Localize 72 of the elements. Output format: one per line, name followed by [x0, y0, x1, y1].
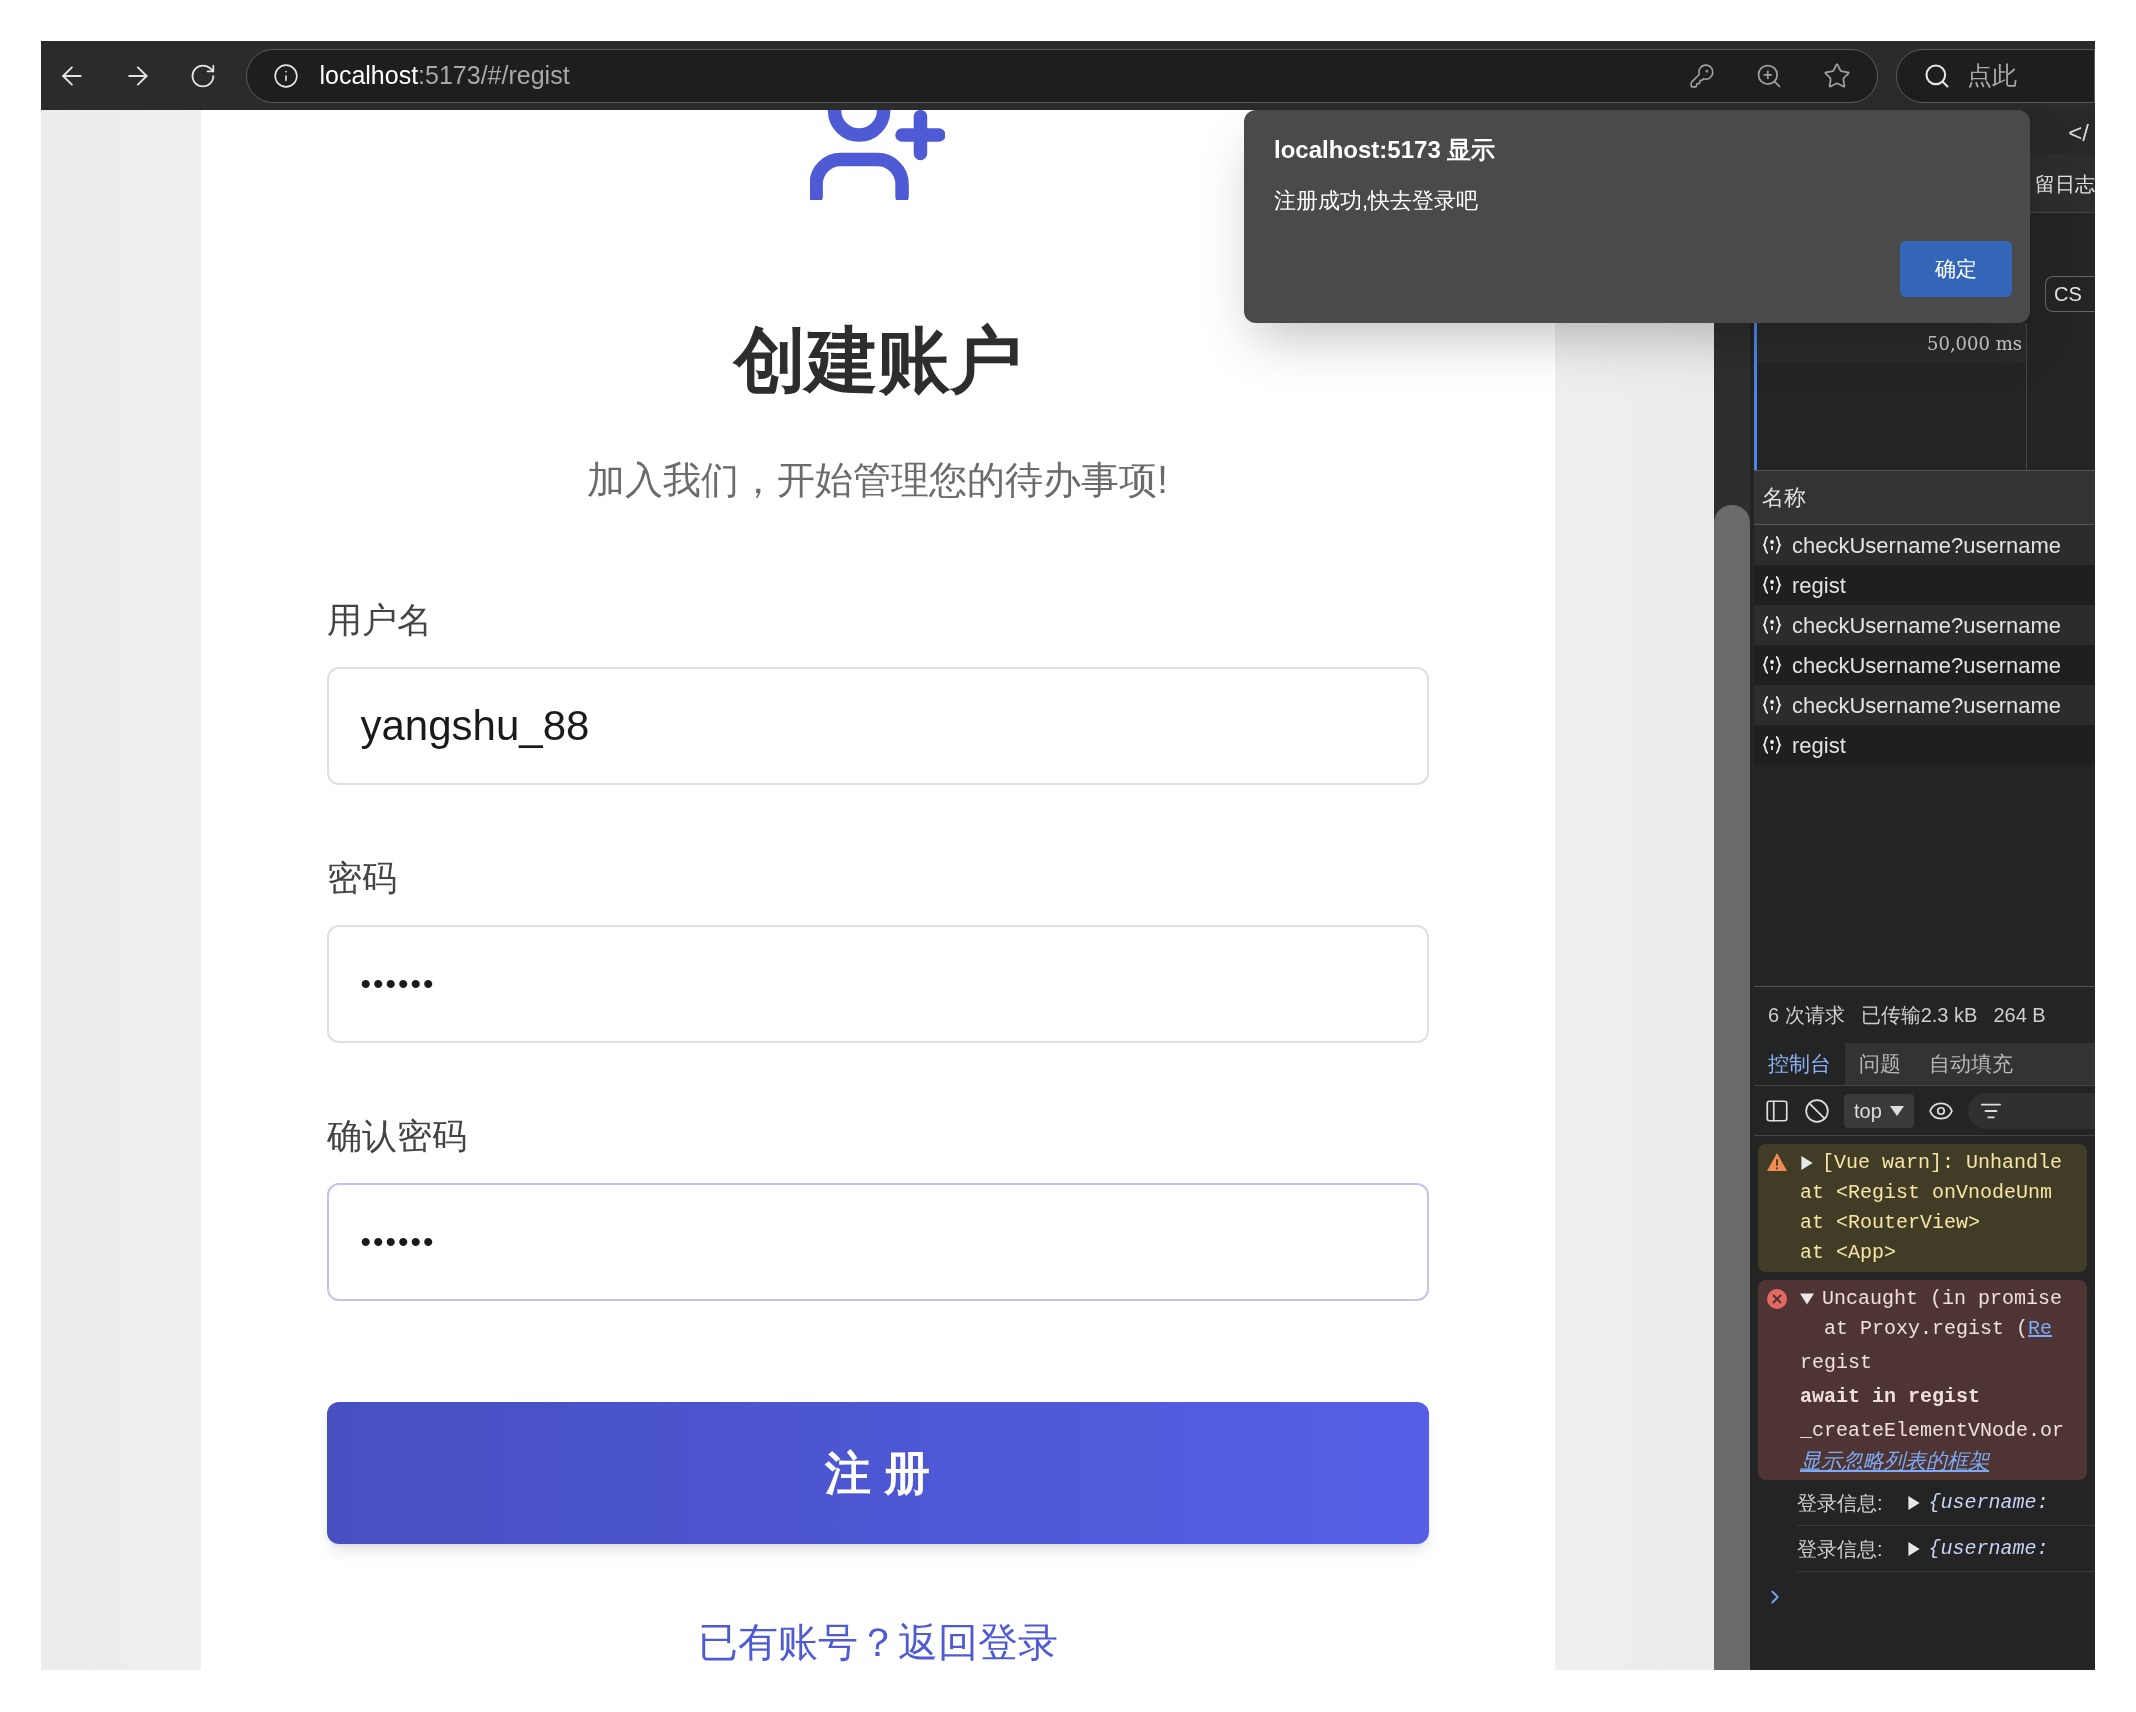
field-label: 确认密码 [326, 1115, 468, 1157]
search-field[interactable]: 点此 [1896, 48, 2095, 103]
error-text: Uncaught (in promise [1822, 1286, 2063, 1312]
dialog-message: 注册成功,快去登录吧 [1274, 187, 1480, 215]
network-row[interactable]: regist [1754, 725, 2095, 765]
json-icon [1762, 735, 1782, 755]
stack-frame: await in regist [1800, 1382, 2065, 1412]
summary-text: 264 B [1993, 1003, 2046, 1028]
site-info-icon[interactable] [273, 62, 300, 89]
password-field[interactable]: •••••• [326, 1183, 1429, 1301]
error-icon [1766, 1288, 1788, 1310]
url-path: :5173/#/regist [418, 59, 570, 91]
field-label: 用户名 [326, 599, 433, 641]
username-field[interactable]: yangshu_88 [326, 667, 1429, 785]
log-label: 登录信息: [1797, 1536, 1883, 1562]
log-label: 登录信息: [1797, 1490, 1883, 1516]
show-ignored-frames-link[interactable]: 显示忽略列表的框架 [1800, 1446, 2065, 1476]
preserve-log-label: 留日志 [2035, 171, 2095, 197]
network-row[interactable]: regist [1754, 565, 2095, 605]
context-select[interactable]: top [1844, 1093, 1914, 1128]
elements-tab-fragment[interactable]: </ [2068, 114, 2089, 151]
warning-icon [1766, 1152, 1788, 1172]
network-row[interactable]: checkUsername?username [1754, 685, 2095, 725]
stack-frame: regist [1800, 1348, 2065, 1378]
star-icon[interactable] [1823, 61, 1852, 90]
log-object: {username: [1928, 1535, 2049, 1562]
stack-line: at <RouterView> [1800, 1210, 1982, 1236]
log-object: {username: [1928, 1489, 2049, 1516]
ok-button[interactable]: 确定 [1900, 241, 2012, 297]
search-icon[interactable] [1923, 61, 1952, 90]
expand-triangle-icon[interactable] [1800, 1156, 1814, 1170]
password-field[interactable]: •••••• [326, 925, 1429, 1043]
json-icon [1762, 535, 1782, 555]
stack-line: at <App> [1800, 1240, 1897, 1266]
address-bar[interactable]: localhost:5173/#/regist [246, 48, 1879, 103]
scrollbar-thumb[interactable] [1714, 505, 1750, 1670]
network-row[interactable]: checkUsername?username [1754, 605, 2095, 645]
clear-console-icon[interactable] [1804, 1097, 1830, 1124]
page-title: 创建账户 [733, 319, 1022, 402]
drawer-tab[interactable]: 控制台 [1754, 1042, 1845, 1085]
warning-text: [Vue warn]: Unhandle [1822, 1150, 2063, 1176]
field-label: 密码 [326, 857, 398, 899]
json-icon [1762, 615, 1782, 635]
url-host: localhost [319, 59, 419, 91]
dialog-title: localhost:5173 显示 [1274, 135, 1497, 165]
json-icon [1762, 655, 1782, 675]
back-to-login-link[interactable]: 已有账号？返回登录 [697, 1618, 1058, 1666]
source-link[interactable]: Re [2028, 1314, 2053, 1344]
expand-triangle-icon[interactable] [1906, 1541, 1921, 1556]
register-button[interactable]: 注 册 [326, 1402, 1429, 1544]
dropdown-caret-icon [1889, 1105, 1904, 1116]
timeline-label: 50,000 ms [1757, 323, 2026, 363]
column-header: 名称 [1762, 484, 1806, 512]
drawer-tab[interactable]: 问题 [1845, 1042, 1915, 1085]
stack-line: at <Regist onVnodeUnm [1800, 1180, 2054, 1206]
json-icon [1762, 695, 1782, 715]
summary-text: 6 次请求 [1768, 1003, 1845, 1028]
filter-chip[interactable]: CS [2045, 276, 2095, 312]
user-plus-icon [810, 110, 945, 200]
json-icon [1762, 575, 1782, 595]
stack-frame: _createElementVNode.or [1800, 1416, 2065, 1446]
filter-field[interactable] [1967, 1092, 2095, 1129]
network-row[interactable]: checkUsername?username [1754, 645, 2095, 685]
key-icon[interactable] [1689, 62, 1716, 89]
summary-text: 已传输2.3 kB [1860, 1003, 1978, 1028]
drawer-tab[interactable]: 自动填充 [1915, 1042, 2027, 1085]
network-row[interactable]: checkUsername?username [1754, 525, 2095, 565]
stack-line: at Proxy.regist ( [1824, 1316, 2029, 1342]
collapse-triangle-icon[interactable] [1800, 1292, 1814, 1306]
sidebar-toggle-icon[interactable] [1764, 1097, 1790, 1124]
subtitle: 加入我们，开始管理您的待办事项! [587, 458, 1168, 503]
expand-triangle-icon[interactable] [1906, 1495, 1921, 1510]
